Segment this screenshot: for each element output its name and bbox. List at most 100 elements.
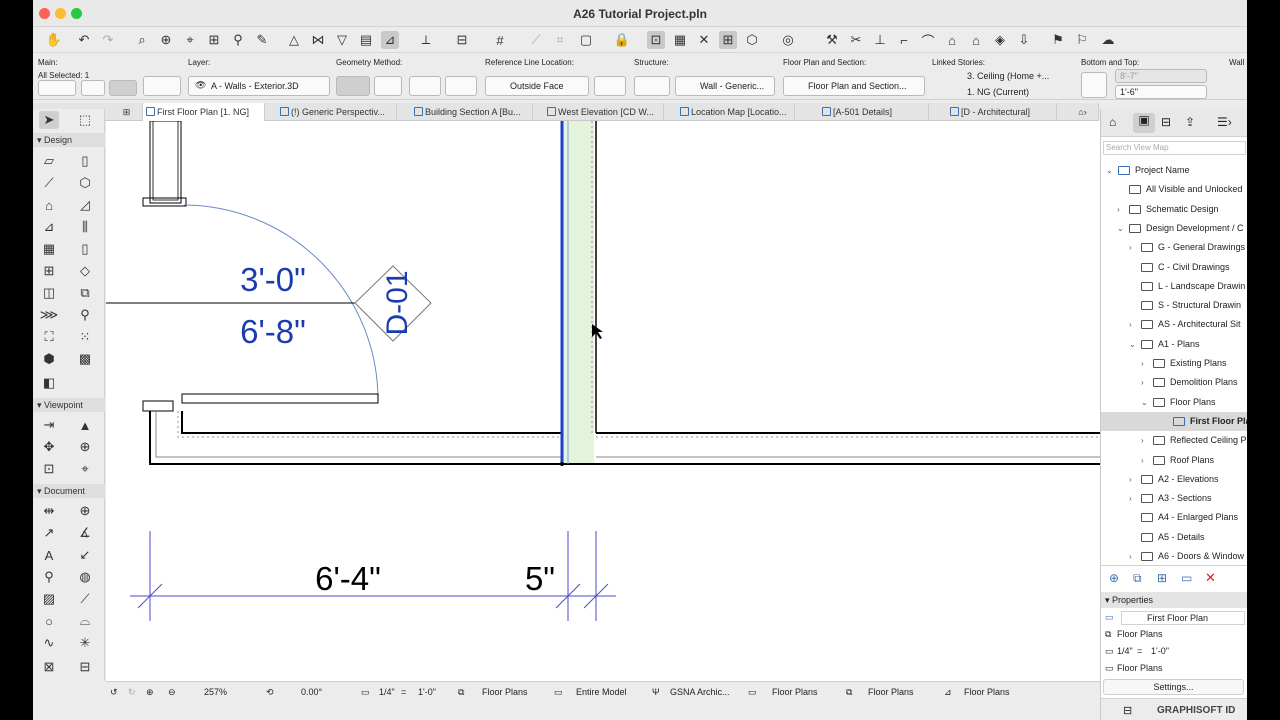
structure-dropdown[interactable]: Wall - Generic... <box>675 76 775 96</box>
view-map-item[interactable]: ⌄ A1 - Plans <box>1101 335 1247 354</box>
window-tool-icon[interactable]: ⊞ <box>39 262 59 280</box>
skylight-tool-icon[interactable]: ◇ <box>75 262 95 280</box>
chevron-right-icon[interactable]: › <box>1129 315 1132 334</box>
wall-endpoint[interactable] <box>560 462 564 466</box>
wall-type-button[interactable] <box>143 76 181 96</box>
view-map-item[interactable]: › A6 - Doors & Window <box>1101 547 1247 561</box>
lock-icon[interactable]: 🔒 <box>613 31 631 49</box>
guide-lines-icon[interactable]: ⊿ <box>381 31 399 49</box>
pan-hand-icon[interactable]: ✋ <box>45 31 63 49</box>
radial-dimension-tool-icon[interactable]: ↗ <box>39 524 59 542</box>
design-section-header[interactable]: ▾ Design <box>33 133 105 147</box>
selection-marquee-button[interactable] <box>81 80 105 96</box>
zone-tool-icon[interactable]: ⛶ <box>39 328 59 346</box>
prop-layer[interactable]: Floor Plans <box>1117 629 1163 639</box>
hotspot-tool-icon[interactable]: ⚲ <box>39 568 59 586</box>
view-map-item[interactable]: › A2 - Elevations <box>1101 470 1247 489</box>
label-tool-icon[interactable]: ↙ <box>75 546 95 564</box>
layer-dropdown[interactable]: A - Walls - Exterior.3D 👁 <box>188 76 330 96</box>
bimcloud-icon[interactable]: ☁ <box>1099 31 1117 49</box>
view-map-item[interactable]: L - Landscape Drawin <box>1101 277 1247 296</box>
brand-label[interactable]: GRAPHISOFT ID <box>1157 705 1235 716</box>
zoom-in-icon[interactable]: ⊕ <box>146 687 154 698</box>
lamp-tool-icon[interactable]: ⚲ <box>75 306 95 324</box>
cross-icon[interactable]: ✕ <box>695 31 713 49</box>
publish-icon[interactable]: ⇩ <box>1015 31 1033 49</box>
issue-icon[interactable]: ⚐ <box>1073 31 1091 49</box>
chevron-right-icon[interactable]: › <box>1141 451 1144 470</box>
home-icon[interactable]: ⌂ <box>967 31 985 49</box>
view-map-item[interactable]: First Floor Plan <box>1101 411 1247 431</box>
3d-view-icon[interactable]: ⬡ <box>743 31 761 49</box>
height-icon[interactable] <box>1081 72 1107 98</box>
publisher-icon[interactable]: ⇪ <box>1185 115 1195 129</box>
scale-b[interactable]: 1'-0" <box>418 687 436 697</box>
clone-view-icon[interactable]: ⧉ <box>1133 571 1142 586</box>
snap-guides-icon[interactable]: ⟂ <box>417 31 435 49</box>
dimension-standard[interactable]: Floor Plans <box>772 687 818 697</box>
tab-first-floor-plan[interactable]: First Floor Plan [1. NG] <box>143 103 265 121</box>
delete-icon[interactable]: ✕ <box>1205 570 1216 586</box>
interior-elevation-tool-icon[interactable]: ✥ <box>39 438 59 456</box>
view-map-item[interactable]: › G - General Drawings <box>1101 238 1247 257</box>
prop-model[interactable]: Floor Plans <box>1117 663 1163 673</box>
view-map-item[interactable]: A4 - Enlarged Plans <box>1101 508 1247 527</box>
graphic-override[interactable]: Floor Plans <box>868 687 914 697</box>
chevron-down-icon[interactable]: ⌄ <box>1129 335 1136 354</box>
trace-icon[interactable]: ⌗ <box>551 31 569 49</box>
wall-interior-lower[interactable] <box>181 411 562 434</box>
angle-dimension-tool-icon[interactable]: ∡ <box>75 524 95 542</box>
eyedropper-icon[interactable]: ⚲ <box>229 31 247 49</box>
shell-tool-icon[interactable]: ◿ <box>75 196 95 214</box>
document-section-header[interactable]: ▾ Document <box>33 484 105 498</box>
hatch-icon[interactable]: ▤ <box>357 31 375 49</box>
layer-combination[interactable]: Floor Plans <box>482 687 528 697</box>
circle-tool-icon[interactable]: ○ <box>39 612 59 630</box>
chevron-right-icon[interactable]: › <box>1117 200 1120 219</box>
tab-a501-details[interactable]: [A-501 Details] <box>819 103 929 121</box>
view-map-item[interactable]: › A3 - Sections <box>1101 489 1247 508</box>
marquee-icon[interactable]: ⊞ <box>719 31 737 49</box>
tab-overview-icon[interactable]: ⊞ <box>111 103 143 121</box>
roof-tool-icon[interactable]: ⌂ <box>39 196 59 214</box>
fill-tool-icon[interactable]: ▨ <box>39 590 59 608</box>
marquee-tool-icon[interactable]: ⬚ <box>75 111 95 129</box>
beam-tool-icon[interactable]: ⟋ <box>39 174 59 192</box>
pen-set[interactable]: GSNA Archic... <box>670 687 730 697</box>
flip-reference-button[interactable] <box>594 76 626 96</box>
change-tool-icon[interactable]: ⊟ <box>75 658 95 676</box>
curve-icon[interactable]: ⌒ <box>919 31 937 49</box>
chevron-right-icon[interactable]: › <box>1129 489 1132 508</box>
new-folder-icon[interactable]: ⊞ <box>1157 571 1167 585</box>
view-map-item[interactable]: ⌄ Design Development / C <box>1101 219 1247 238</box>
mesh-tool-icon[interactable]: ⁙ <box>75 328 95 346</box>
polyline-tool-icon[interactable]: ⌓ <box>75 612 95 630</box>
slab-tool-icon[interactable]: ⬡ <box>75 174 95 192</box>
column-tool-icon[interactable]: ▯ <box>75 152 95 170</box>
top-height-field[interactable]: 8'-7" <box>1115 69 1207 83</box>
chevron-right-icon[interactable]: › <box>1141 431 1144 450</box>
mirror-icon[interactable]: ⋈ <box>309 31 327 49</box>
text-tool-icon[interactable]: A <box>39 546 59 564</box>
navigator-menu-icon[interactable]: ☰› <box>1217 115 1232 129</box>
wall-end-tool-icon[interactable]: ◫ <box>39 284 59 302</box>
chained-wall-button[interactable] <box>374 76 402 96</box>
spline-tool-icon[interactable]: ∿ <box>39 634 59 652</box>
curtain-wall-tool-icon[interactable]: ▦ <box>39 240 59 258</box>
tab-generic-perspective[interactable]: (!) Generic Perspectiv... <box>277 103 397 121</box>
zoom-value[interactable]: 257% <box>204 687 227 697</box>
snap-points-icon[interactable]: ⊟ <box>453 31 471 49</box>
angle-value[interactable]: 0.00° <box>301 687 322 697</box>
view-settings-icon[interactable]: ▭ <box>1181 571 1192 585</box>
model-view-option[interactable]: Entire Model <box>576 687 627 697</box>
syringe-icon[interactable]: ✎ <box>253 31 271 49</box>
layer-icon[interactable]: ▢ <box>577 31 595 49</box>
view-map-item[interactable]: ⌄ Floor Plans <box>1101 393 1247 412</box>
calculator-icon[interactable]: ▦ <box>671 31 689 49</box>
teamwork-icon[interactable]: ◎ <box>779 31 797 49</box>
figure-tool-icon[interactable]: ◍ <box>75 568 95 586</box>
tab-location-map[interactable]: Location Map [Locatio... <box>677 103 795 121</box>
viewpoint-section-header[interactable]: ▾ Viewpoint <box>33 398 105 412</box>
door-tool-icon[interactable]: ▯ <box>75 240 95 258</box>
door-leaf[interactable] <box>181 393 379 404</box>
